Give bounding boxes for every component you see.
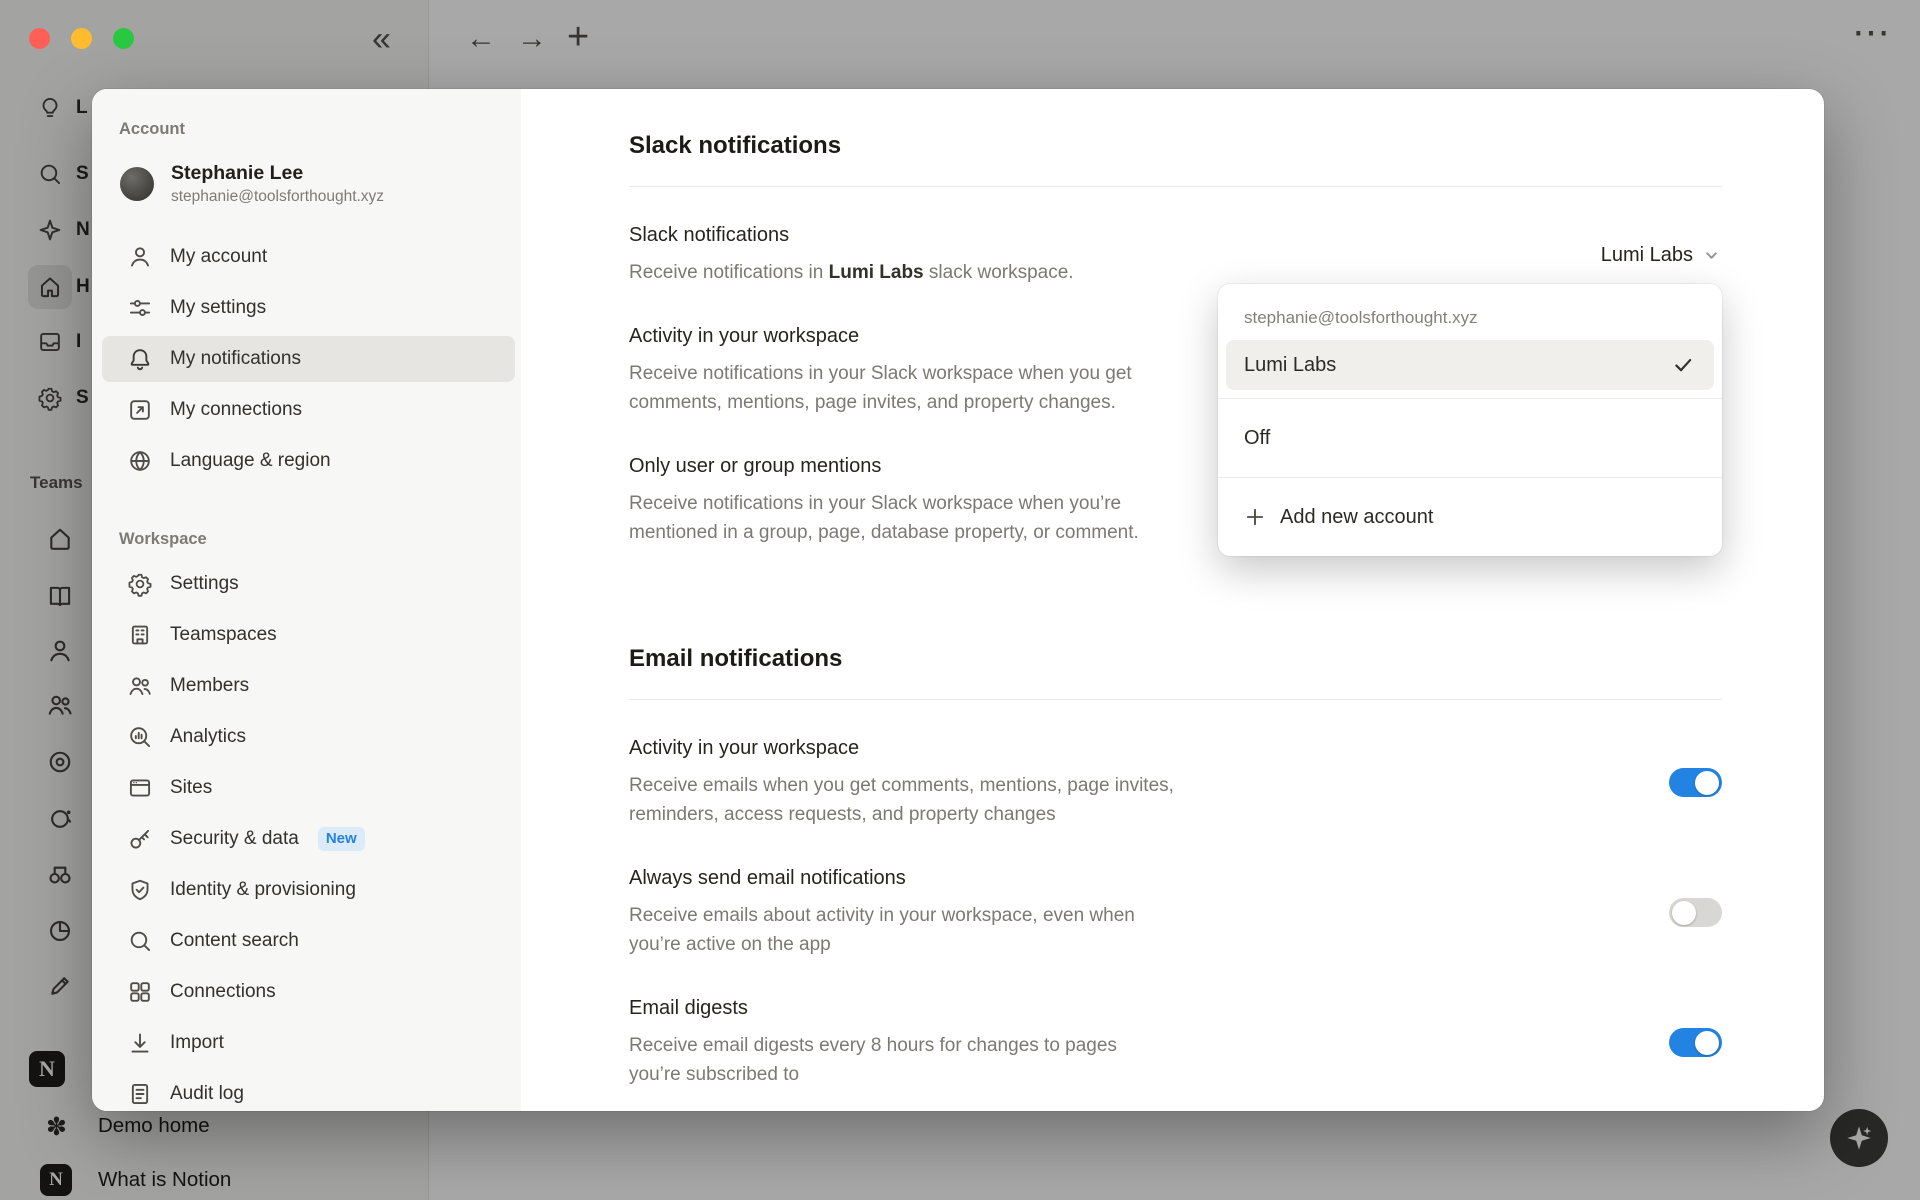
bell-icon <box>127 346 153 372</box>
row-title: Activity in your workspace <box>629 324 1132 349</box>
row-description: Receive emails about activity in your wo… <box>629 901 1135 960</box>
sidebar-item-audit-log[interactable]: Audit log <box>102 1071 515 1111</box>
row-description: Receive email digests every 8 hours for … <box>629 1031 1117 1090</box>
sidebar-item-settings[interactable]: Settings <box>102 561 515 607</box>
sidebar-item-my-notifications[interactable]: My notifications <box>102 336 515 382</box>
account-user-row: Stephanie Lee stephanie@toolsforthought.… <box>120 161 521 206</box>
sidebar-item-my-connections[interactable]: My connections <box>102 387 515 433</box>
shield-check-icon <box>127 877 153 903</box>
sidebar-item-my-settings[interactable]: My settings <box>102 285 515 331</box>
user-email: stephanie@toolsforthought.xyz <box>171 187 384 206</box>
always-send-email-row: Always send email notifications Receive … <box>629 866 1722 960</box>
sidebar-item-import[interactable]: Import <box>102 1020 515 1066</box>
email-digests-row: Email digests Receive email digests ever… <box>629 996 1722 1090</box>
search-icon <box>127 928 153 954</box>
email-section-heading: Email notifications <box>629 644 1722 700</box>
chevron-down-icon <box>1703 247 1720 264</box>
minimize-window-button[interactable] <box>71 28 92 49</box>
menu-item-off[interactable]: Off <box>1226 409 1714 467</box>
menu-item-add-account[interactable]: Add new account <box>1226 488 1714 546</box>
row-description: Receive notifications in your Slack work… <box>629 359 1132 418</box>
check-icon <box>1672 354 1694 376</box>
sidebar-item-identity-provisioning[interactable]: Identity & provisioning <box>102 867 515 913</box>
sidebar-item-language-region[interactable]: Language & region <box>102 438 515 484</box>
arrow-box-icon <box>127 397 153 423</box>
key-icon <box>127 826 153 852</box>
always-send-email-toggle[interactable] <box>1669 898 1722 927</box>
building-icon <box>127 622 153 648</box>
slack-account-menu: stephanie@toolsforthought.xyz Lumi Labs … <box>1218 284 1722 556</box>
notion-window: L S N H I S Teams N <box>0 0 1920 1200</box>
sidebar-item-sites[interactable]: Sites <box>102 765 515 811</box>
sidebar-item-connections[interactable]: Connections <box>102 969 515 1015</box>
browser-icon <box>127 775 153 801</box>
globe-icon <box>127 448 153 474</box>
slack-section-heading: Slack notifications <box>629 131 1722 187</box>
user-name: Stephanie Lee <box>171 161 384 185</box>
sliders-icon <box>127 295 153 321</box>
slack-workspace-row: Slack notifications Receive notification… <box>629 223 1722 288</box>
account-section-label: Account <box>119 119 521 139</box>
toggle-knob <box>1695 771 1719 795</box>
grid-icon <box>127 979 153 1005</box>
row-title: Activity in your workspace <box>629 736 1174 761</box>
close-window-button[interactable] <box>29 28 50 49</box>
row-title: Email digests <box>629 996 1117 1021</box>
email-digests-toggle[interactable] <box>1669 1028 1722 1057</box>
row-description: Receive emails when you get comments, me… <box>629 771 1174 830</box>
window-controls <box>29 28 134 49</box>
sidebar-item-security-data[interactable]: Security & data New <box>102 816 515 862</box>
settings-modal: Account Stephanie Lee stephanie@toolsfor… <box>92 89 1824 1111</box>
chart-magnifier-icon <box>127 724 153 750</box>
row-title: Only user or group mentions <box>629 454 1139 479</box>
row-title: Always send email notifications <box>629 866 1135 891</box>
new-badge: New <box>318 827 365 851</box>
email-activity-toggle[interactable] <box>1669 768 1722 797</box>
import-icon <box>127 1030 153 1056</box>
toggle-knob <box>1695 1031 1719 1055</box>
row-title: Slack notifications <box>629 223 1074 248</box>
plus-icon <box>1244 506 1266 528</box>
sidebar-item-my-account[interactable]: My account <box>102 234 515 280</box>
workspace-section-label: Workspace <box>119 529 521 549</box>
sidebar-item-members[interactable]: Members <box>102 663 515 709</box>
email-activity-row: Activity in your workspace Receive email… <box>629 736 1722 830</box>
menu-item-lumi-labs[interactable]: Lumi Labs <box>1226 340 1714 390</box>
row-description: Receive notifications in your Slack work… <box>629 489 1139 548</box>
menu-account-header: stephanie@toolsforthought.xyz <box>1226 292 1714 340</box>
people-icon <box>127 673 153 699</box>
gear-icon <box>127 571 153 597</box>
settings-sidebar: Account Stephanie Lee stephanie@toolsfor… <box>92 89 521 1111</box>
sidebar-item-teamspaces[interactable]: Teamspaces <box>102 612 515 658</box>
settings-content: Slack notifications Slack notifications … <box>521 89 1824 1111</box>
sidebar-item-content-search[interactable]: Content search <box>102 918 515 964</box>
toggle-knob <box>1672 901 1696 925</box>
document-icon <box>127 1081 153 1107</box>
zoom-window-button[interactable] <box>113 28 134 49</box>
person-icon <box>127 244 153 270</box>
row-description: Receive notifications in Lumi Labs slack… <box>629 258 1074 288</box>
user-avatar <box>120 167 154 201</box>
slack-workspace-select[interactable]: Lumi Labs <box>1599 244 1722 267</box>
sidebar-item-analytics[interactable]: Analytics <box>102 714 515 760</box>
